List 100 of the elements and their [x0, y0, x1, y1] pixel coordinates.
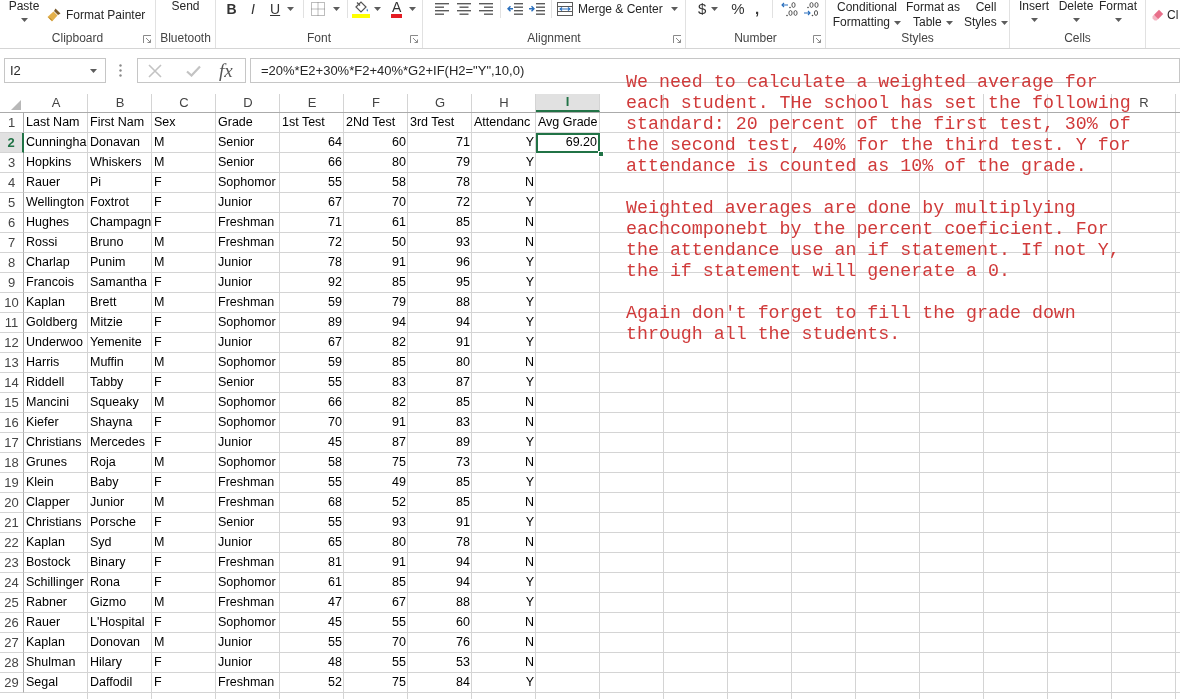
table-cell-text: 76 — [455, 634, 471, 651]
caret-icon — [670, 7, 678, 11]
table-cell-text: Whiskers — [89, 154, 143, 171]
table-cell-text: 80 — [455, 354, 471, 371]
table-cell-text: Syd — [89, 534, 113, 551]
table-cell-text: 70 — [327, 414, 343, 431]
column-header[interactable]: F — [370, 95, 382, 111]
table-cell-text: F — [153, 194, 163, 211]
table-cell-text: 80 — [391, 154, 407, 171]
table-cell-text: F — [153, 374, 163, 391]
column-header[interactable]: C — [177, 95, 191, 111]
column-header[interactable]: I — [536, 94, 600, 112]
send-button[interactable]: Send — [171, 0, 200, 12]
dialog-launcher-icon[interactable] — [410, 34, 418, 43]
table-cell-text: Kaplan — [25, 534, 66, 551]
table-cell-text: M — [153, 134, 166, 151]
merge-center-button[interactable]: Merge & Center — [555, 0, 678, 18]
table-cell-text: F — [153, 674, 163, 691]
table-cell-text: 94 — [391, 314, 407, 331]
table-cell-text: Klein — [25, 474, 55, 491]
format-button[interactable]: Format — [1098, 0, 1138, 22]
fill-handle-icon[interactable] — [598, 151, 604, 157]
column-header[interactable]: D — [241, 95, 255, 111]
table-cell-text: Sophomor — [217, 414, 277, 431]
table-cell-text: 95 — [455, 274, 471, 291]
table-cell-text: F — [153, 274, 163, 291]
table-cell-text: 75 — [391, 674, 407, 691]
underline-button[interactable]: U — [264, 0, 298, 18]
table-cell-text: F — [153, 214, 163, 231]
table-cell-text: Riddell — [25, 374, 66, 391]
comma-button[interactable]: , — [748, 0, 766, 18]
table-cell-text: Grade — [217, 114, 254, 131]
bold-button[interactable]: B — [221, 0, 242, 18]
table-cell-text: N — [523, 654, 535, 671]
column-header[interactable]: E — [305, 95, 319, 111]
table-cell-text: N — [523, 634, 535, 651]
borders-button[interactable] — [309, 0, 343, 18]
table-cell-text: F — [153, 174, 163, 191]
paste-button[interactable]: Paste — [7, 0, 41, 22]
font-color-button[interactable]: A — [388, 0, 422, 18]
clear-button[interactable]: Cl — [1152, 7, 1179, 23]
table-cell-text: 68 — [327, 494, 343, 511]
table-cell-text: Sophomor — [217, 574, 277, 591]
dialog-launcher-icon[interactable] — [143, 34, 151, 43]
currency-button[interactable]: $ — [694, 0, 726, 18]
format-painter-button[interactable]: Format Painter — [47, 6, 146, 24]
align-left-icon — [435, 3, 449, 15]
table-cell-text: 55 — [391, 614, 407, 631]
column-header[interactable]: B — [113, 95, 127, 111]
table-cell-text: Senior — [217, 514, 256, 531]
delete-button[interactable]: Delete — [1056, 0, 1096, 22]
table-cell-text: 65 — [327, 534, 343, 551]
row-number[interactable]: 2 — [0, 133, 24, 153]
table-cell-text: Junior — [217, 194, 254, 211]
table-cell-text: Junior — [217, 634, 254, 651]
caret-icon — [1114, 18, 1122, 22]
table-cell-text: 66 — [327, 394, 343, 411]
group-label: Clipboard — [51, 31, 104, 46]
table-cell-text: Donavan — [89, 134, 142, 151]
caret-icon — [1030, 18, 1038, 22]
insert-button[interactable]: Insert — [1014, 0, 1054, 22]
name-box[interactable]: I2 — [4, 58, 106, 83]
table-cell-text: 88 — [455, 594, 471, 611]
column-header[interactable]: A — [49, 95, 63, 111]
table-cell-text: Shulman — [25, 654, 77, 671]
table-cell-text: Bruno — [89, 234, 125, 251]
insert-function-button[interactable]: fx — [219, 60, 233, 81]
italic-button[interactable]: I — [242, 0, 264, 18]
table-cell-text: Donovan — [89, 634, 142, 651]
table-cell-text: Samantha — [89, 274, 148, 291]
conditional-formatting-button[interactable]: Conditional Formatting — [831, 0, 903, 30]
table-cell-text: Baby — [89, 474, 120, 491]
increase-indent-button[interactable] — [526, 0, 548, 18]
caret-icon — [711, 7, 719, 11]
table-cell-text: Y — [524, 514, 535, 531]
table-cell-text: 3rd Test — [409, 114, 456, 131]
table-cell-text: 49 — [391, 474, 407, 491]
column-header[interactable]: G — [432, 95, 448, 111]
table-cell-text: 72 — [455, 194, 471, 211]
table-cell-text: 83 — [455, 414, 471, 431]
dialog-launcher-icon[interactable] — [673, 34, 681, 43]
percent-button[interactable]: % — [728, 0, 748, 18]
check-icon[interactable] — [186, 64, 201, 77]
format-as-table-button[interactable]: Format as Table — [905, 0, 961, 30]
column-header[interactable]: R — [1137, 95, 1151, 111]
table-cell-text: Sophomor — [217, 314, 277, 331]
table-cell-text: 78 — [455, 534, 471, 551]
dialog-launcher-icon[interactable] — [813, 34, 821, 43]
increase-decimal-button[interactable] — [779, 0, 801, 18]
decrease-indent-button[interactable] — [504, 0, 526, 18]
group-label: Number — [734, 31, 777, 46]
caret-icon — [20, 18, 28, 22]
table-cell-text: Senior — [217, 134, 256, 151]
table-cell-text: 83 — [391, 374, 407, 391]
caret-icon — [894, 20, 902, 25]
column-header[interactable]: H — [497, 95, 511, 111]
grip-dots-icon[interactable] — [119, 64, 122, 77]
table-cell-text: 67 — [327, 334, 343, 351]
table-cell-text: Freshman — [217, 494, 276, 511]
cell-styles-button[interactable]: Cell Styles — [963, 0, 1009, 30]
